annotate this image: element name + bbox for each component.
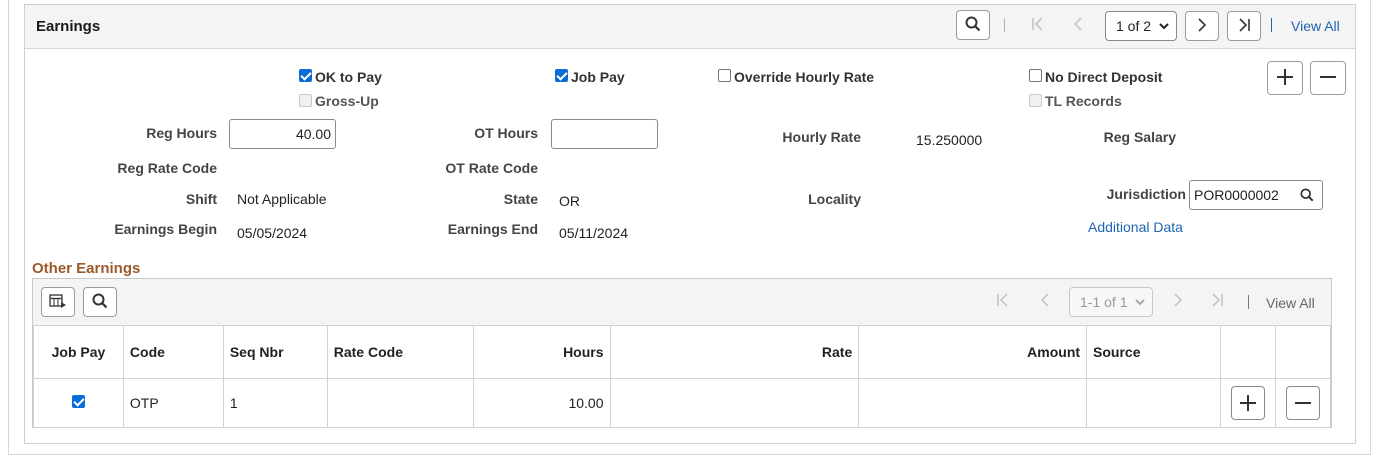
chevron-down-icon — [1158, 19, 1170, 35]
grid-page-select-value: 1-1 of 1 — [1080, 294, 1128, 310]
search-icon — [92, 293, 108, 312]
search-button[interactable] — [956, 10, 990, 40]
chevron-down-icon — [1134, 295, 1146, 311]
jurisdiction-label: Jurisdiction — [1106, 186, 1186, 202]
tl-records-checkbox — [1029, 94, 1042, 107]
other-earnings-table: Job Pay Code Seq Nbr Rate Code Hours Rat… — [33, 325, 1332, 428]
earnings-begin-label: Earnings Begin — [114, 221, 217, 237]
grid-view-all-link[interactable]: View All — [1266, 295, 1315, 311]
first-page-icon[interactable] — [1031, 16, 1045, 36]
ot-hours-label: OT Hours — [474, 125, 538, 141]
earnings-begin-value: 05/05/2024 — [237, 225, 308, 241]
next-icon[interactable] — [1173, 292, 1183, 312]
hourly-rate-label: Hourly Rate — [782, 129, 861, 145]
other-earnings-title: Other Earnings — [32, 260, 141, 277]
search-icon — [965, 16, 981, 35]
ok-to-pay-label: OK to Pay — [315, 69, 382, 85]
cell-remove — [1274, 378, 1332, 428]
override-hourly-rate-label: Override Hourly Rate — [734, 69, 875, 85]
earnings-header: Earnings 1 of 2 View All — [25, 5, 1355, 49]
column-header-seq-nbr[interactable]: Seq Nbr — [222, 325, 328, 379]
reg-rate-code-label: Reg Rate Code — [117, 160, 217, 176]
page-select[interactable]: 1 of 2 — [1105, 11, 1177, 41]
previous-icon[interactable] — [1040, 292, 1050, 312]
next-button[interactable] — [1185, 11, 1219, 41]
column-header-rate-code[interactable]: Rate Code — [326, 325, 474, 379]
column-header-job-pay[interactable]: Job Pay — [33, 325, 124, 379]
personalize-grid-icon — [49, 293, 67, 312]
remove-row-button[interactable] — [1310, 61, 1346, 95]
no-direct-deposit-checkbox[interactable] — [1029, 69, 1042, 82]
jurisdiction-value: POR0000002 — [1194, 187, 1279, 203]
cell-source — [1086, 378, 1221, 428]
remove-icon — [1294, 402, 1311, 404]
locality-label: Locality — [808, 191, 861, 207]
last-page-button[interactable] — [1227, 11, 1261, 41]
reg-salary-label: Reg Salary — [1103, 129, 1176, 145]
column-header-remove — [1274, 325, 1332, 379]
cell-hours: 10.00 — [472, 378, 611, 428]
job-pay-label: Job Pay — [571, 69, 625, 85]
next-icon — [1197, 17, 1207, 36]
reg-hours-label: Reg Hours — [146, 125, 217, 141]
cell-job-pay — [33, 378, 124, 428]
hourly-rate-value: 15.250000 — [916, 132, 983, 148]
gross-up-checkbox — [299, 94, 312, 107]
page-select-value: 1 of 2 — [1116, 18, 1152, 34]
first-page-icon[interactable] — [996, 292, 1010, 312]
reg-hours-input[interactable] — [229, 119, 336, 149]
column-header-amount[interactable]: Amount — [858, 325, 1088, 379]
add-row-button[interactable] — [1267, 61, 1303, 95]
shift-value: Not Applicable — [237, 191, 327, 207]
grid-search-button[interactable] — [83, 287, 117, 317]
earnings-end-value: 05/11/2024 — [559, 225, 629, 241]
cell-rate — [609, 378, 860, 428]
row-job-pay-checkbox[interactable] — [71, 395, 85, 408]
personalize-grid-button[interactable] — [41, 287, 75, 317]
cell-seq-nbr: 1 — [222, 378, 328, 428]
other-earnings-grid: 1-1 of 1 View All Job Pay Code Seq Nbr R… — [32, 278, 1332, 428]
row-remove-button[interactable] — [1285, 386, 1320, 420]
grid-view-all-divider — [1248, 295, 1249, 309]
earnings-title: Earnings — [36, 18, 101, 35]
column-header-code[interactable]: Code — [122, 325, 224, 379]
state-label: State — [503, 191, 538, 207]
state-value: OR — [559, 193, 580, 209]
ot-rate-code-label: OT Rate Code — [445, 160, 538, 176]
add-icon — [1239, 395, 1256, 411]
last-page-icon — [1237, 17, 1251, 36]
cell-amount — [858, 378, 1088, 428]
earnings-panel: Earnings 1 of 2 View All OK to Pay Gross… — [24, 4, 1356, 444]
header-divider — [1004, 18, 1005, 32]
column-header-hours[interactable]: Hours — [472, 325, 611, 379]
column-header-source[interactable]: Source — [1086, 325, 1221, 379]
table-row: OTP 1 10.00 — [33, 378, 1332, 428]
jurisdiction-lookup-icon[interactable] — [1300, 188, 1314, 205]
ok-to-pay-checkbox[interactable] — [299, 69, 312, 82]
table-header-row: Job Pay Code Seq Nbr Rate Code Hours Rat… — [33, 325, 1332, 379]
jurisdiction-field[interactable]: POR0000002 — [1189, 180, 1323, 210]
shift-label: Shift — [185, 191, 217, 207]
cell-add — [1219, 378, 1276, 428]
no-direct-deposit-label: No Direct Deposit — [1045, 69, 1163, 85]
previous-icon[interactable] — [1073, 16, 1083, 36]
column-header-add — [1219, 325, 1276, 379]
view-all-link[interactable]: View All — [1291, 18, 1340, 34]
additional-data-link[interactable]: Additional Data — [1088, 219, 1183, 235]
cell-code: OTP — [122, 378, 224, 428]
ot-hours-input[interactable] — [551, 119, 658, 149]
remove-icon — [1319, 68, 1337, 89]
tl-records-label: TL Records — [1045, 93, 1122, 109]
view-all-divider — [1271, 18, 1272, 32]
add-icon — [1276, 68, 1294, 89]
last-page-icon[interactable] — [1210, 292, 1224, 312]
column-header-rate[interactable]: Rate — [609, 325, 860, 379]
earnings-end-label: Earnings End — [447, 221, 538, 237]
override-hourly-rate-checkbox[interactable] — [718, 69, 731, 82]
grid-page-select[interactable]: 1-1 of 1 — [1069, 287, 1153, 317]
job-pay-checkbox[interactable] — [555, 69, 568, 82]
cell-rate-code — [326, 378, 474, 428]
row-add-button[interactable] — [1230, 386, 1265, 420]
gross-up-label: Gross-Up — [315, 93, 379, 109]
